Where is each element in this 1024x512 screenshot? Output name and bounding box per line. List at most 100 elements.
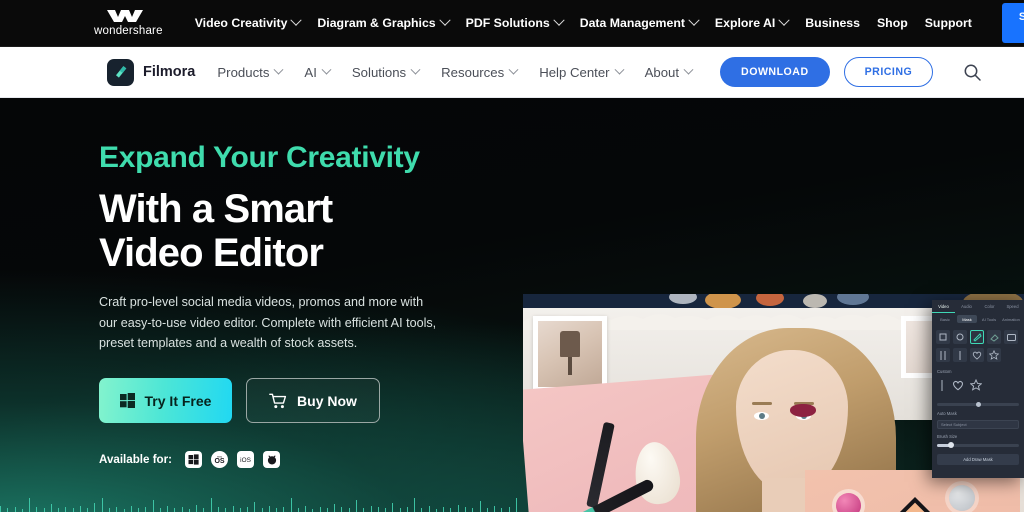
chevron-down-icon [321,64,332,75]
wondershare-top-navbar: wondershare Video Creativity Diagram & G… [0,0,1024,47]
sub-nav-label: AI [304,64,317,80]
top-nav-item-shop[interactable]: Shop [877,16,908,30]
buy-now-button[interactable]: Buy Now [246,378,380,424]
sub-nav-item-help-center[interactable]: Help Center [539,64,625,80]
editor-tab-audio[interactable]: Audio [955,300,978,313]
mask-shape-row-1 [932,325,1024,346]
available-platforms-row: Available for: OS mac iOS [99,451,499,469]
sub-nav-item-resources[interactable]: Resources [441,64,519,80]
sub-nav-item-products[interactable]: Products [217,64,284,80]
sub-nav-label: Help Center [539,64,610,80]
sub-nav-item-solutions[interactable]: Solutions [352,64,421,80]
top-nav-label: Explore AI [714,16,776,30]
sub-nav-item-ai[interactable]: AI [304,64,332,80]
top-nav-item-support[interactable]: Support [925,16,972,30]
top-nav-items: Video Creativity Diagram & Graphics PDF … [195,14,972,30]
top-nav-item-pdf-solutions[interactable]: PDF Solutions [465,14,565,30]
line-icon[interactable] [953,348,967,362]
editor-subtab-animation[interactable]: Animation [1001,315,1021,323]
square-mask-icon[interactable] [936,330,950,344]
custom-section-label: Custom [937,369,952,374]
circle-mask-icon[interactable] [953,330,967,344]
pigment-silver [949,485,975,511]
chevron-down-icon [614,64,625,75]
editor-tab-speed[interactable]: Speed [1001,300,1024,313]
hero-title: With a Smart Video Editor [99,187,499,276]
shopping-cart-icon [269,393,287,409]
windows-icon [119,393,135,409]
platform-android-icon[interactable] [263,451,281,469]
shape-scroll-slider[interactable] [937,402,1019,407]
hero-description: Craft pro-level social media videos, pro… [99,295,437,351]
chevron-down-icon [778,14,790,26]
wall-picture-frame-1 [533,316,607,392]
filmora-sub-navbar: Filmora Products AI Solutions Resources … [0,47,1024,98]
line-icon[interactable] [938,378,946,396]
top-nav-label: Shop [876,16,908,30]
editor-tab-video[interactable]: Video [932,300,955,313]
top-nav-item-diagram-graphics[interactable]: Diagram & Graphics [317,14,451,30]
try-it-free-button[interactable]: Try It Free [99,378,232,424]
wondershare-w-icon [107,10,144,22]
auto-mask-select[interactable]: Select Subject [937,420,1019,429]
platform-windows-icon[interactable] [185,451,203,469]
auto-mask-label: Auto Mask [937,411,957,416]
wondershare-wordmark: wondershare [94,25,163,37]
editor-subtabs: Basic Mask AI Tools Animation [932,313,1024,325]
top-nav-label: Support [924,16,972,30]
double-line-icon[interactable] [936,348,950,362]
pricing-button[interactable]: PRICING [843,57,934,87]
chevron-down-icon [553,14,565,26]
hero-copy-block: Expand Your Creativity With a Smart Vide… [99,142,499,469]
add-draw-mask-button[interactable]: Add Draw Mask [937,453,1019,465]
video-editor-panel: Video Audio Color Speed Basic Mask AI To… [932,300,1024,478]
heart-mask-icon[interactable] [952,378,964,396]
hero-title-line-1: With a Smart [99,186,333,231]
chevron-down-icon [508,64,519,75]
editor-subtab-mask[interactable]: Mask [957,315,977,323]
filmora-brand[interactable]: Filmora [107,58,196,86]
editor-tabs: Video Audio Color Speed [932,300,1024,313]
top-nav-item-explore-ai[interactable]: Explore AI [714,14,790,30]
chevron-down-icon [438,14,451,26]
platform-macos-icon[interactable]: OS mac [211,451,229,469]
wondershare-logo[interactable]: wondershare [94,9,163,37]
top-nav-item-business[interactable]: Business [805,16,860,30]
brush-size-slider[interactable] [937,442,1019,449]
download-button[interactable]: DOWNLOAD [720,57,830,87]
lips [790,404,816,417]
brush-size-label: Brush Size [937,434,958,439]
svg-text:OS: OS [214,458,224,465]
editor-tab-color[interactable]: Color [978,300,1001,313]
chevron-down-icon [290,14,303,26]
star-mask-icon[interactable] [987,348,1001,362]
sub-nav-label: Resources [441,64,505,80]
filmora-logo-icon [107,58,134,86]
chevron-down-icon [683,64,694,75]
editor-subtab-ai-tools[interactable]: AI Tools [979,315,999,323]
sub-nav-label: Products [217,64,270,80]
top-nav-item-video-creativity[interactable]: Video Creativity [195,14,303,30]
top-nav-item-data-management[interactable]: Data Management [579,14,700,30]
sub-nav-label: About [644,64,680,80]
platform-ios-icon[interactable]: iOS [237,451,255,469]
star-mask-icon[interactable] [969,378,983,396]
available-for-label: Available for: [99,453,173,467]
search-button[interactable] [963,63,982,82]
heart-mask-icon[interactable] [970,348,984,362]
mask-shape-row-2 [932,346,1024,364]
try-it-free-label: Try It Free [144,392,212,409]
sub-nav-item-about[interactable]: About [644,64,694,80]
filmora-wordmark: Filmora [143,64,196,80]
top-nav-label: Data Management [579,16,685,30]
audio-waveform-track [0,484,523,512]
chevron-down-icon [410,64,421,75]
editor-subtab-basic[interactable]: Basic [935,315,955,323]
top-nav-label: Diagram & Graphics [317,16,436,30]
rect-mask-icon[interactable] [1004,330,1018,344]
top-nav-label: PDF Solutions [465,16,550,30]
hero-title-line-2: Video Editor [99,230,324,275]
sign-in-button[interactable]: SIGN IN [1001,3,1024,43]
draw-mask-icon[interactable] [970,330,984,344]
eraser-icon[interactable] [987,330,1001,344]
